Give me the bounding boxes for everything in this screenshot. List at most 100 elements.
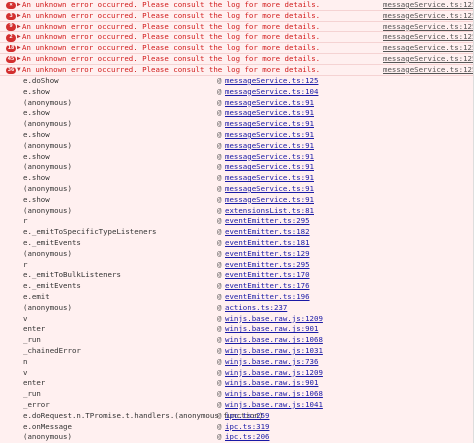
source-location-link[interactable]: eventEmitter.ts:181 xyxy=(225,238,310,249)
source-location-link[interactable]: messageService.ts:91 xyxy=(225,98,314,109)
error-row[interactable]: 2 ▶ An unknown error occurred. Please cons… xyxy=(0,32,473,44)
source-link[interactable]: messageService.ts:125 xyxy=(383,32,473,43)
triangle-right-icon[interactable]: ▶ xyxy=(17,0,21,11)
source-location-link[interactable]: eventEmitter.ts:176 xyxy=(225,281,310,292)
stack-frame: e._emitToBulkListeners @ eventEmitter.ts:1… xyxy=(0,270,473,281)
triangle-right-icon[interactable]: ▶ xyxy=(17,22,21,33)
at-symbol: @ xyxy=(217,324,222,334)
function-name: (anonymous) xyxy=(23,302,72,312)
error-row[interactable]: × ▶ An unknown error occurred. Please cons… xyxy=(0,0,473,11)
source-location-link[interactable]: winjs.base.raw.js:1031 xyxy=(225,346,323,357)
function-name: enter xyxy=(23,378,46,388)
source-location-link[interactable]: ipc.ts:319 xyxy=(225,422,270,433)
function-name: e._emitToBulkListeners xyxy=(23,270,121,280)
source-link[interactable]: messageService.ts:125 xyxy=(383,11,473,22)
function-name: e.emit xyxy=(23,291,50,301)
repeat-count-badge: 9 xyxy=(6,23,16,31)
stack-frame: e.show @ messageService.ts:91 xyxy=(0,130,473,141)
stack-frame: (anonymous) @ messageService.ts:91 xyxy=(0,141,473,152)
source-location-link[interactable]: messageService.ts:104 xyxy=(225,87,318,98)
repeat-count-badge: 45 xyxy=(6,55,16,64)
stack-frame: e.doShow @ messageService.ts:125 xyxy=(0,76,473,87)
source-location-link[interactable]: messageService.ts:91 xyxy=(225,108,314,119)
source-location-link[interactable]: winjs.base.raw.js:1068 xyxy=(225,389,323,400)
at-symbol: @ xyxy=(217,227,222,237)
source-location-link[interactable]: winjs.base.raw.js:1209 xyxy=(225,368,323,379)
source-location-link[interactable]: ipc.ts:259 xyxy=(225,411,270,422)
source-location-link[interactable]: messageService.ts:91 xyxy=(225,119,314,130)
error-message: An unknown error occurred. Please consul… xyxy=(22,64,321,74)
at-symbol: @ xyxy=(217,248,222,258)
function-name: v xyxy=(23,367,28,377)
at-symbol: @ xyxy=(217,76,222,85)
error-row[interactable]: 36 ▼ An unknown error occurred. Please con… xyxy=(0,64,473,76)
at-symbol: @ xyxy=(217,410,222,420)
source-link[interactable]: messageService.ts:125 xyxy=(383,43,473,54)
source-location-link[interactable]: messageService.ts:91 xyxy=(225,152,314,163)
source-location-link[interactable]: eventEmitter.ts:182 xyxy=(225,227,310,238)
error-row[interactable]: 45 ▶ An unknown error occurred. Please con… xyxy=(0,53,473,65)
stack-frame: e._emitEvents @ eventEmitter.ts:181 xyxy=(0,237,473,249)
source-location-link[interactable]: eventEmitter.ts:170 xyxy=(225,270,310,281)
source-location-link[interactable]: winjs.base.raw.js:1041 xyxy=(225,400,323,411)
error-row[interactable]: 3 ▶ An unknown error occurred. Please cons… xyxy=(0,10,473,22)
error-row[interactable]: 9 ▶ An unknown error occurred. Please cons… xyxy=(0,21,473,33)
at-symbol: @ xyxy=(217,335,222,345)
source-location-link[interactable]: messageService.ts:91 xyxy=(225,173,314,184)
source-location-link[interactable]: winjs.base.raw.js:1068 xyxy=(225,335,323,346)
function-name: v xyxy=(23,313,28,323)
stack-frame: e.show @ messageService.ts:91 xyxy=(0,108,473,119)
function-name: e._emitEvents xyxy=(23,237,81,247)
source-location-link[interactable]: actions.ts:237 xyxy=(225,303,287,314)
error-row[interactable]: 18 ▶ An unknown error occurred. Please con… xyxy=(0,43,473,54)
triangle-right-icon[interactable]: ▶ xyxy=(17,43,21,54)
source-location-link[interactable]: eventEmitter.ts:129 xyxy=(225,249,310,260)
error-message: An unknown error occurred. Please consul… xyxy=(22,43,321,53)
source-link[interactable]: messageService.ts:125 xyxy=(383,22,473,33)
at-symbol: @ xyxy=(217,432,222,442)
function-name: (anonymous) xyxy=(23,248,72,258)
at-symbol: @ xyxy=(217,367,222,377)
at-symbol: @ xyxy=(217,389,222,399)
at-symbol: @ xyxy=(217,237,222,247)
function-name: e.doShow xyxy=(23,76,59,85)
source-location-link[interactable]: messageService.ts:91 xyxy=(225,130,314,141)
source-location-link[interactable]: winjs.base.raw.js:1209 xyxy=(225,314,323,325)
triangle-right-icon[interactable]: ▶ xyxy=(17,11,21,22)
stack-frame: (anonymous) @ extensionsList.ts:81 xyxy=(0,206,473,217)
triangle-right-icon[interactable]: ▶ xyxy=(17,32,21,43)
at-symbol: @ xyxy=(217,259,222,269)
source-location-link[interactable]: ipc.ts:206 xyxy=(225,432,270,443)
source-link[interactable]: messageService.ts:125 xyxy=(383,0,473,11)
stack-frame: e.onMessage @ ipc.ts:319 xyxy=(0,421,473,433)
source-location-link[interactable]: messageService.ts:91 xyxy=(225,195,314,206)
repeat-count-badge: 2 xyxy=(6,34,16,42)
source-location-link[interactable]: winjs.base.raw.js:736 xyxy=(225,357,318,368)
function-name: (anonymous) xyxy=(23,97,72,107)
source-link[interactable]: messageService.ts:125 xyxy=(383,65,473,76)
stack-frame: _error @ winjs.base.raw.js:1041 xyxy=(0,400,473,411)
at-symbol: @ xyxy=(217,108,222,118)
function-name: e.onMessage xyxy=(23,421,72,431)
source-location-link[interactable]: winjs.base.raw.js:901 xyxy=(225,324,318,335)
stack-frame: enter @ winjs.base.raw.js:901 xyxy=(0,324,473,335)
source-location-link[interactable]: messageService.ts:91 xyxy=(225,162,314,173)
stack-frame: n @ winjs.base.raw.js:736 xyxy=(0,357,473,368)
source-location-link[interactable]: extensionsList.ts:81 xyxy=(225,206,314,217)
at-symbol: @ xyxy=(217,281,222,291)
source-location-link[interactable]: messageService.ts:91 xyxy=(225,184,314,195)
triangle-right-icon[interactable]: ▶ xyxy=(17,54,21,65)
source-location-link[interactable]: messageService.ts:125 xyxy=(225,76,318,87)
triangle-down-icon[interactable]: ▼ xyxy=(17,65,21,76)
source-location-link[interactable]: winjs.base.raw.js:901 xyxy=(225,378,318,389)
stack-frame: (anonymous) @ messageService.ts:91 xyxy=(0,119,473,130)
at-symbol: @ xyxy=(217,183,222,193)
source-location-link[interactable]: eventEmitter.ts:196 xyxy=(225,292,310,303)
at-symbol: @ xyxy=(217,270,222,280)
source-link[interactable]: messageService.ts:125 xyxy=(383,54,473,65)
source-location-link[interactable]: messageService.ts:91 xyxy=(225,141,314,152)
stack-frame: e._emitEvents @ eventEmitter.ts:176 xyxy=(0,281,473,292)
source-location-link[interactable]: eventEmitter.ts:295 xyxy=(225,260,310,271)
stack-frame: e.doRequest.n.TPromise.t.handlers.(anony… xyxy=(0,410,473,422)
source-location-link[interactable]: eventEmitter.ts:295 xyxy=(225,216,310,227)
